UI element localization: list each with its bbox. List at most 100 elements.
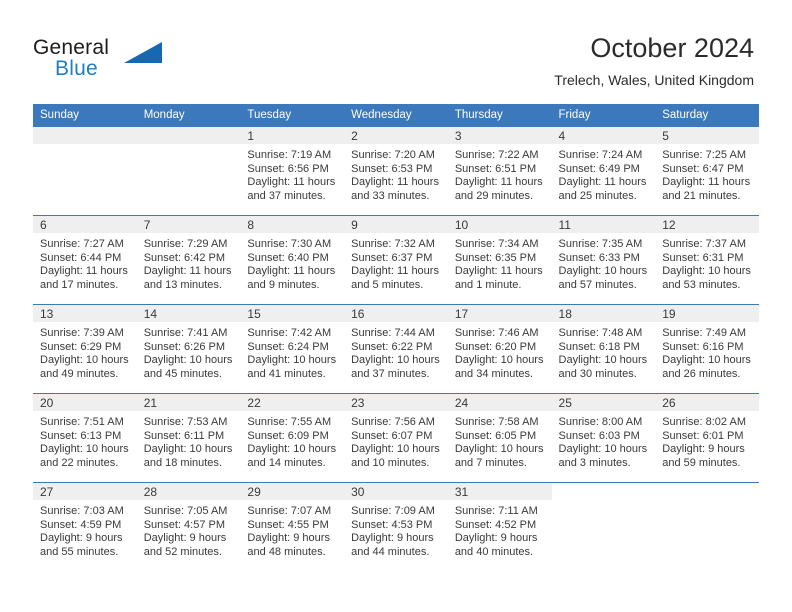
calendar-day-cell[interactable]: 21 Sunrise: 7:53 AM Sunset: 6:11 PM Dayligh… (136, 393, 241, 483)
calendar-day-cell[interactable]: 18 Sunrise: 7:48 AM Sunset: 6:18 PM Dayligh… (551, 304, 656, 394)
calendar-day-cell[interactable]: 26 Sunrise: 8:02 AM Sunset: 6:01 PM Dayligh… (655, 393, 759, 483)
calendar-week-row: 20 Sunrise: 7:51 AM Sunset: 6:13 PM Dayligh… (33, 393, 759, 483)
day-cell-details: Sunrise: 7:56 AM Sunset: 6:07 PM Daylight:… (344, 411, 448, 470)
daylight-text-line1: Daylight: 10 hours (558, 354, 648, 367)
daylight-text-line1: Daylight: 10 hours (662, 354, 751, 367)
location-subtitle: Trelech, Wales, United Kingdom (554, 72, 754, 88)
calendar-day-cell[interactable]: 11 Sunrise: 7:35 AM Sunset: 6:33 PM Dayligh… (551, 215, 656, 305)
calendar-day-cell[interactable]: 4 Sunrise: 7:24 AM Sunset: 6:49 PM Daylight… (551, 127, 656, 216)
day-cell-details: Sunrise: 7:24 AM Sunset: 6:49 PM Daylight:… (552, 144, 656, 203)
calendar-day-cell[interactable]: 30 Sunrise: 7:09 AM Sunset: 4:53 PM Dayligh… (344, 482, 448, 571)
calendar-day-cell[interactable]: 23 Sunrise: 7:56 AM Sunset: 6:07 PM Dayligh… (344, 393, 448, 483)
calendar-day-cell[interactable]: 9 Sunrise: 7:32 AM Sunset: 6:37 PM Daylight… (344, 215, 448, 305)
sunrise-text: Sunrise: 7:29 AM (143, 238, 228, 250)
calendar-day-cell[interactable]: 1 Sunrise: 7:19 AM Sunset: 6:56 PM Daylight… (240, 127, 345, 216)
daylight-text-line2: and 7 minutes. (454, 456, 527, 469)
calendar-body: 1 Sunrise: 7:19 AM Sunset: 6:56 PM Daylight… (33, 127, 759, 571)
weekday-header-tuesday: Tuesday (240, 104, 345, 127)
daylight-text-line1: Daylight: 10 hours (454, 443, 544, 456)
daylight-text-line2: and 33 minutes. (351, 189, 430, 202)
calendar-day-cell[interactable]: 14 Sunrise: 7:41 AM Sunset: 6:26 PM Dayligh… (136, 304, 241, 394)
calendar-day-cell[interactable]: 13 Sunrise: 7:39 AM Sunset: 6:29 PM Dayligh… (33, 304, 137, 394)
calendar-day-cell[interactable]: 19 Sunrise: 7:49 AM Sunset: 6:16 PM Dayligh… (655, 304, 759, 394)
sunset-text: Sunset: 4:57 PM (143, 518, 226, 531)
day-cell-details: Sunrise: 7:39 AM Sunset: 6:29 PM Daylight:… (33, 322, 137, 381)
daylight-text-line1: Daylight: 11 hours (454, 176, 543, 189)
daylight-text-line2: and 30 minutes. (558, 367, 637, 380)
day-cell-details: Sunrise: 7:27 AM Sunset: 6:44 PM Daylight:… (33, 233, 137, 292)
day-cell-details: Sunrise: 7:30 AM Sunset: 6:40 PM Daylight:… (240, 233, 344, 292)
sunset-text: Sunset: 6:13 PM (40, 429, 122, 442)
sunrise-text: Sunrise: 7:51 AM (40, 416, 124, 428)
daylight-text-line1: Daylight: 11 hours (454, 265, 543, 278)
sunrise-text: Sunrise: 7:46 AM (454, 327, 539, 339)
calendar-page: General Blue October 2024 Trelech, Wales… (0, 0, 792, 612)
daylight-text-line1: Daylight: 10 hours (40, 354, 129, 367)
day-number-band (655, 483, 759, 500)
calendar-table: Sunday Monday Tuesday Wednesday Thursday… (33, 104, 759, 571)
sunrise-text: Sunrise: 7:44 AM (351, 327, 435, 339)
calendar-day-cell[interactable]: 28 Sunrise: 7:05 AM Sunset: 4:57 PM Dayligh… (136, 482, 241, 571)
sunset-text: Sunset: 6:51 PM (454, 162, 537, 175)
daylight-text-line2: and 40 minutes. (454, 545, 534, 558)
daylight-text-line2: and 5 minutes. (351, 278, 424, 291)
calendar-day-cell[interactable]: 6 Sunrise: 7:27 AM Sunset: 6:44 PM Daylight… (33, 215, 137, 305)
day-cell-details: Sunrise: 7:35 AM Sunset: 6:33 PM Daylight:… (552, 233, 656, 292)
calendar-day-cell[interactable]: 27 Sunrise: 7:03 AM Sunset: 4:59 PM Dayligh… (33, 482, 137, 571)
page-header: General Blue October 2024 Trelech, Wales… (0, 0, 792, 100)
day-number: 30 (344, 483, 448, 500)
calendar-day-cell[interactable]: 5 Sunrise: 7:25 AM Sunset: 6:47 PM Daylight… (655, 127, 759, 216)
sunrise-text: Sunrise: 7:39 AM (40, 327, 124, 339)
day-number: 25 (551, 394, 656, 411)
calendar-day-cell[interactable]: 7 Sunrise: 7:29 AM Sunset: 6:42 PM Daylight… (136, 215, 241, 305)
day-cell-details: Sunrise: 7:19 AM Sunset: 6:56 PM Daylight:… (240, 144, 344, 203)
calendar-day-cell[interactable]: 8 Sunrise: 7:30 AM Sunset: 6:40 PM Daylight… (240, 215, 345, 305)
sunrise-text: Sunrise: 7:07 AM (247, 505, 332, 517)
calendar-cell-blank (551, 482, 656, 571)
daylight-text-line1: Daylight: 10 hours (143, 354, 233, 367)
day-number: 14 (136, 305, 241, 322)
general-blue-logo[interactable]: General Blue (33, 36, 173, 84)
weekday-header-thursday: Thursday (447, 104, 552, 127)
day-number: 16 (344, 305, 448, 322)
daylight-text-line2: and 22 minutes. (40, 456, 119, 469)
day-number: 23 (344, 394, 448, 411)
day-cell-details: Sunrise: 7:41 AM Sunset: 6:26 PM Daylight:… (137, 322, 241, 381)
calendar-day-cell[interactable]: 16 Sunrise: 7:44 AM Sunset: 6:22 PM Dayligh… (344, 304, 448, 394)
day-cell-details: Sunrise: 7:49 AM Sunset: 6:16 PM Daylight:… (655, 322, 759, 381)
calendar-day-cell[interactable]: 12 Sunrise: 7:37 AM Sunset: 6:31 PM Dayligh… (655, 215, 759, 305)
sunset-text: Sunset: 6:37 PM (351, 251, 433, 264)
daylight-text-line1: Daylight: 11 hours (143, 265, 232, 278)
daylight-text-line2: and 49 minutes. (40, 367, 119, 380)
weekday-header-monday: Monday (136, 104, 241, 127)
calendar-week-row: 1 Sunrise: 7:19 AM Sunset: 6:56 PM Daylight… (33, 127, 759, 216)
calendar-day-cell[interactable]: 31 Sunrise: 7:11 AM Sunset: 4:52 PM Dayligh… (447, 482, 552, 571)
sunset-text: Sunset: 6:53 PM (351, 162, 433, 175)
daylight-text-line1: Daylight: 9 hours (454, 532, 538, 545)
daylight-text-line1: Daylight: 10 hours (558, 443, 648, 456)
triangle-flag-icon (124, 42, 162, 63)
day-number: 26 (655, 394, 759, 411)
calendar-day-cell[interactable]: 2 Sunrise: 7:20 AM Sunset: 6:53 PM Daylight… (344, 127, 448, 216)
calendar-day-cell[interactable]: 22 Sunrise: 7:55 AM Sunset: 6:09 PM Dayligh… (240, 393, 345, 483)
daylight-text-line1: Daylight: 9 hours (40, 532, 123, 545)
calendar-day-cell[interactable]: 20 Sunrise: 7:51 AM Sunset: 6:13 PM Dayligh… (33, 393, 137, 483)
sunset-text: Sunset: 6:22 PM (351, 340, 433, 353)
calendar-day-cell[interactable]: 10 Sunrise: 7:34 AM Sunset: 6:35 PM Dayligh… (447, 215, 552, 305)
sunset-text: Sunset: 6:33 PM (558, 251, 640, 264)
sunset-text: Sunset: 6:05 PM (454, 429, 537, 442)
daylight-text-line2: and 13 minutes. (143, 278, 222, 291)
calendar-day-cell[interactable]: 29 Sunrise: 7:07 AM Sunset: 4:55 PM Dayligh… (240, 482, 345, 571)
calendar-day-cell[interactable]: 17 Sunrise: 7:46 AM Sunset: 6:20 PM Dayligh… (447, 304, 552, 394)
calendar-day-cell[interactable]: 15 Sunrise: 7:42 AM Sunset: 6:24 PM Dayligh… (240, 304, 345, 394)
calendar-cell-empty (136, 127, 241, 216)
sunrise-text: Sunrise: 7:49 AM (662, 327, 746, 339)
daylight-text-line1: Daylight: 11 hours (558, 176, 647, 189)
daylight-text-line1: Daylight: 10 hours (351, 443, 440, 456)
sunrise-text: Sunrise: 7:27 AM (40, 238, 124, 250)
calendar-day-cell[interactable]: 25 Sunrise: 8:00 AM Sunset: 6:03 PM Dayligh… (551, 393, 656, 483)
daylight-text-line2: and 45 minutes. (143, 367, 222, 380)
calendar-day-cell[interactable]: 24 Sunrise: 7:58 AM Sunset: 6:05 PM Dayligh… (447, 393, 552, 483)
calendar-day-cell[interactable]: 3 Sunrise: 7:22 AM Sunset: 6:51 PM Daylight… (447, 127, 552, 216)
daylight-text-line2: and 52 minutes. (143, 545, 222, 558)
